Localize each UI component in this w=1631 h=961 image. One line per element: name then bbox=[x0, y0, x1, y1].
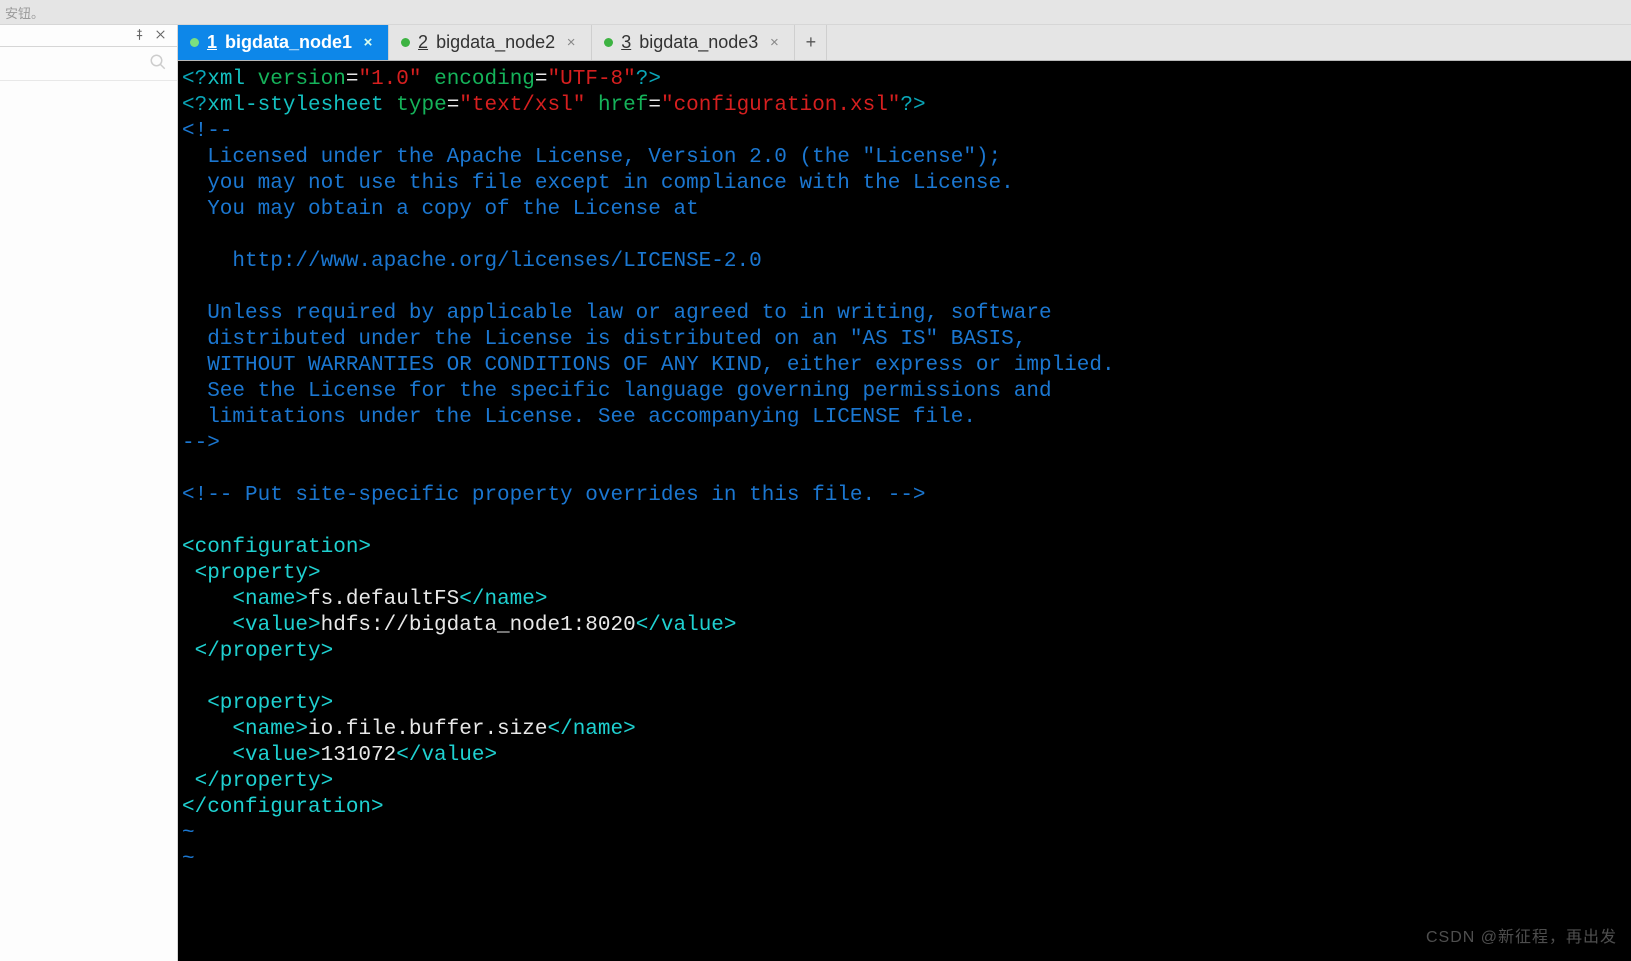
xml-eq: = bbox=[648, 94, 661, 117]
app-window: 安钮。 1 bigdata_nod bbox=[0, 0, 1631, 961]
xml-keyword: xml-stylesheet bbox=[207, 94, 383, 117]
comment-open: <!-- bbox=[182, 120, 232, 143]
comment-line: limitations under the License. See accom… bbox=[182, 406, 976, 429]
connection-status-icon bbox=[401, 38, 410, 47]
comment-line: Licensed under the Apache License, Versi… bbox=[182, 146, 1001, 169]
comment-line: distributed under the License is distrib… bbox=[182, 328, 1026, 351]
sidebar bbox=[0, 25, 178, 961]
tag-name-open: <name> bbox=[182, 718, 308, 741]
tab-close-icon[interactable]: × bbox=[563, 34, 579, 51]
tag-property-open: <property> bbox=[182, 692, 333, 715]
tag-name-close: </name> bbox=[459, 588, 547, 611]
comment-line: See the License for the specific languag… bbox=[182, 380, 1052, 403]
main-area: 1 bigdata_node1 × 2 bigdata_node2 × 3 bi… bbox=[178, 25, 1631, 961]
tag-value-close: </value> bbox=[636, 614, 737, 637]
top-strip: 安钮。 bbox=[0, 0, 1631, 25]
comment-line: http://www.apache.org/licenses/LICENSE-2… bbox=[182, 250, 762, 273]
xml-eq: = bbox=[346, 68, 359, 91]
comment-line: you may not use this file except in comp… bbox=[182, 172, 1014, 195]
terminal-editor[interactable]: <?xml version="1.0" encoding="UTF-8"?> <… bbox=[178, 61, 1631, 961]
top-strip-text: 安钮。 bbox=[5, 3, 44, 22]
tab-close-icon[interactable]: × bbox=[766, 34, 782, 51]
xml-attr: version bbox=[258, 68, 346, 91]
xml-eq: = bbox=[447, 94, 460, 117]
tag-property-close: </property> bbox=[182, 640, 333, 663]
comment-line: WITHOUT WARRANTIES OR CONDITIONS OF ANY … bbox=[182, 354, 1115, 377]
xml-punct: ?> bbox=[900, 94, 925, 117]
tag-value-open: <value> bbox=[182, 614, 321, 637]
prop-name: fs.defaultFS bbox=[308, 588, 459, 611]
tag-configuration-open: <configuration> bbox=[182, 536, 371, 559]
app-body: 1 bigdata_node1 × 2 bigdata_node2 × 3 bi… bbox=[0, 25, 1631, 961]
tab-label: bigdata_node1 bbox=[225, 32, 352, 53]
tab-bigdata-node2[interactable]: 2 bigdata_node2 × bbox=[389, 25, 592, 60]
tag-name-close: </name> bbox=[547, 718, 635, 741]
tab-number: 1 bbox=[207, 32, 217, 53]
new-tab-button[interactable]: + bbox=[795, 25, 827, 60]
xml-str: "1.0" bbox=[358, 68, 421, 91]
tab-number: 2 bbox=[418, 32, 428, 53]
prop-name: io.file.buffer.size bbox=[308, 718, 547, 741]
tag-configuration-close: </configuration> bbox=[182, 796, 384, 819]
tab-number: 3 bbox=[621, 32, 631, 53]
tag-value-open: <value> bbox=[182, 744, 321, 767]
xml-eq: = bbox=[535, 68, 548, 91]
tab-bigdata-node3[interactable]: 3 bigdata_node3 × bbox=[592, 25, 795, 60]
vim-tilde: ~ bbox=[182, 848, 195, 871]
tab-bigdata-node1[interactable]: 1 bigdata_node1 × bbox=[178, 25, 389, 60]
xml-keyword: xml bbox=[207, 68, 245, 91]
tag-value-close: </value> bbox=[396, 744, 497, 767]
tab-close-icon[interactable]: × bbox=[360, 34, 376, 51]
xml-attr: type bbox=[396, 94, 446, 117]
comment-line: Unless required by applicable law or agr… bbox=[182, 302, 1052, 325]
xml-punct: ?> bbox=[636, 68, 661, 91]
tab-label: bigdata_node2 bbox=[436, 32, 555, 53]
tab-label: bigdata_node3 bbox=[639, 32, 758, 53]
connection-status-icon bbox=[190, 38, 199, 47]
xml-attr: href bbox=[598, 94, 648, 117]
connection-status-icon bbox=[604, 38, 613, 47]
sidebar-toolbar bbox=[0, 25, 177, 47]
search-icon bbox=[149, 53, 167, 74]
xml-str: "configuration.xsl" bbox=[661, 94, 900, 117]
tag-name-open: <name> bbox=[182, 588, 308, 611]
tab-bar: 1 bigdata_node1 × 2 bigdata_node2 × 3 bi… bbox=[178, 25, 1631, 61]
prop-value: hdfs://bigdata_node1:8020 bbox=[321, 614, 636, 637]
sidebar-search[interactable] bbox=[0, 47, 177, 81]
comment-line: You may obtain a copy of the License at bbox=[182, 198, 699, 221]
prop-value: 131072 bbox=[321, 744, 397, 767]
xml-punct: <? bbox=[182, 94, 207, 117]
pin-icon[interactable] bbox=[133, 28, 146, 44]
comment-line: <!-- Put site-specific property override… bbox=[182, 484, 926, 507]
tag-property-open: <property> bbox=[182, 562, 321, 585]
xml-attr: encoding bbox=[434, 68, 535, 91]
watermark: CSDN @新征程，再出发 bbox=[1426, 925, 1617, 951]
xml-punct: <? bbox=[182, 68, 207, 91]
comment-close: --> bbox=[182, 432, 220, 455]
xml-str: "UTF-8" bbox=[548, 68, 636, 91]
xml-str: "text/xsl" bbox=[459, 94, 585, 117]
tag-property-close: </property> bbox=[182, 770, 333, 793]
close-icon[interactable] bbox=[154, 28, 167, 44]
vim-tilde: ~ bbox=[182, 822, 195, 845]
